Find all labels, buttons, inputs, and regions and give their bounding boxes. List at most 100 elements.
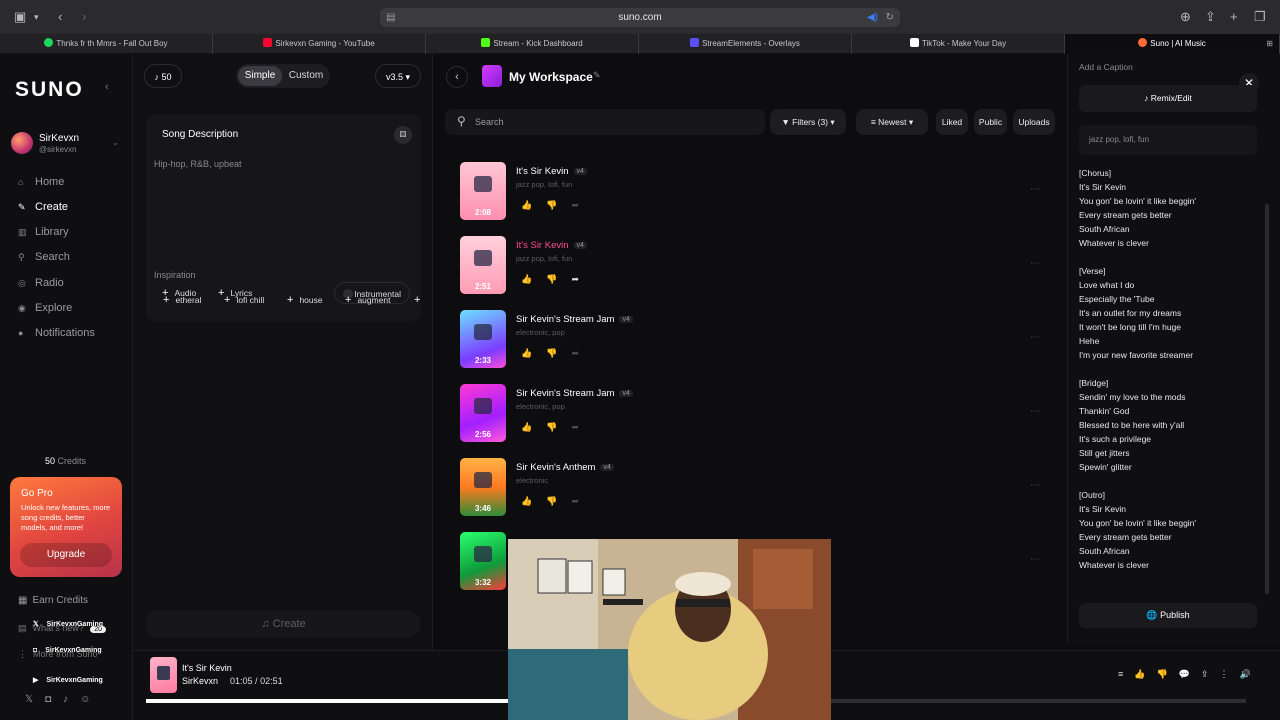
more-options-icon[interactable]: ⋯ — [1030, 480, 1040, 491]
reload-icon[interactable]: ↻ — [886, 8, 894, 27]
workspace-title[interactable]: My Workspace — [509, 70, 593, 84]
sidebar-item-explore[interactable]: ◉ Explore — [18, 302, 72, 314]
song-title[interactable]: It's Sir Kevin v4 — [516, 166, 587, 177]
tab-tiktok[interactable]: TikTok - Make Your Day — [852, 34, 1065, 54]
avatar[interactable] — [11, 132, 33, 154]
caption-field[interactable]: Add a Caption — [1079, 62, 1133, 72]
like-icon[interactable]: 👍 — [521, 200, 546, 210]
like-icon[interactable]: 👍 — [521, 274, 546, 284]
lyrics-text[interactable]: [Chorus] It's Sir Kevin You gon' be lovin'… — [1079, 166, 1259, 586]
user-menu-chevron-icon[interactable]: ⌄ — [112, 138, 119, 147]
song-cover[interactable]: 2:56 — [460, 384, 506, 442]
dislike-icon[interactable]: 👎 — [546, 422, 571, 432]
instagram-icon[interactable]: ◘ — [45, 694, 63, 705]
player-cover[interactable] — [150, 657, 177, 693]
dice-icon[interactable]: ⚄ — [394, 126, 412, 144]
more-options-icon[interactable]: ⋯ — [1030, 184, 1040, 195]
address-bar[interactable]: ▤ suno.com ◀) ↻ — [380, 8, 900, 27]
song-title[interactable]: Sir Kevin's Stream Jam v4 — [516, 388, 633, 399]
simple-mode-button[interactable]: Simple — [238, 66, 282, 86]
pencil-icon[interactable]: ✎ — [593, 70, 601, 81]
like-icon[interactable]: 👍 — [521, 348, 546, 358]
sidebar-item-library[interactable]: ▥ Library — [18, 226, 69, 238]
song-cover[interactable]: 3:46 — [460, 458, 506, 516]
inspiration-chip[interactable]: + house — [287, 290, 323, 310]
like-icon[interactable]: 👍 — [521, 496, 546, 506]
share-icon[interactable]: ➦ — [571, 348, 593, 358]
x-icon[interactable]: 𝕏 — [25, 694, 45, 705]
sidebar-item-notifications[interactable]: ● Notifications — [18, 327, 95, 339]
discord-icon[interactable]: ☺ — [80, 694, 102, 705]
tab-spotify[interactable]: Thnks fr th Mmrs - Fall Out Boy — [0, 34, 213, 54]
tab-overview-icon[interactable]: ❐ — [1254, 9, 1266, 25]
remix-edit-button[interactable]: ♪ Remix/Edit — [1079, 85, 1257, 112]
like-icon[interactable]: 👍 — [1134, 669, 1156, 679]
more-options-icon[interactable]: ⋯ — [1030, 554, 1040, 565]
custom-mode-button[interactable]: Custom — [284, 66, 328, 86]
queue-icon[interactable]: ≡ — [1118, 669, 1134, 679]
song-title[interactable]: Sir Kevin's Stream Jam v4 — [516, 314, 633, 325]
earn-credits-link[interactable]: ▦ Earn Credits — [18, 595, 88, 606]
volume-icon[interactable]: 🔊 — [1239, 669, 1261, 679]
song-cover[interactable]: 3:32 — [460, 532, 506, 590]
upgrade-button[interactable]: Upgrade — [20, 543, 112, 567]
more-icon[interactable]: ⋮ — [1219, 669, 1239, 679]
song-row[interactable]: 2:08 It's Sir Kevin v4 jazz pop, lofi, fu… — [460, 162, 1040, 222]
dislike-icon[interactable]: 👎 — [546, 496, 571, 506]
tab-streamelements[interactable]: StreamElements - Overlays — [639, 34, 852, 54]
tab-kick[interactable]: Stream - Kick Dashboard — [426, 34, 639, 54]
uploads-filter[interactable]: Uploads — [1013, 109, 1055, 135]
back-button[interactable]: ‹ — [446, 66, 468, 88]
sort-button[interactable]: ≡ Newest ▾ — [856, 109, 928, 135]
inspiration-chip[interactable]: + etheral — [163, 290, 201, 310]
model-version-select[interactable]: v3.5 ▾ — [375, 64, 421, 88]
audio-playing-icon[interactable]: ◀) — [867, 8, 878, 27]
dislike-icon[interactable]: 👎 — [1156, 669, 1178, 679]
sidebar-item-create[interactable]: ✎ Create — [18, 201, 68, 213]
dislike-icon[interactable]: 👎 — [546, 200, 571, 210]
song-title[interactable]: It's Sir Kevin v4 — [516, 240, 587, 251]
public-filter[interactable]: Public — [974, 109, 1007, 135]
create-button[interactable]: ♫ Create — [146, 610, 421, 638]
song-description-input[interactable]: Hip-hop, R&B, upbeat — [154, 159, 242, 169]
suno-logo[interactable]: SUNO — [15, 78, 84, 102]
sidebar-item-home[interactable]: ⌂ Home — [18, 176, 64, 188]
more-options-icon[interactable]: ⋯ — [1030, 258, 1040, 269]
more-options-icon[interactable]: ⋯ — [1030, 332, 1040, 343]
back-arrow-icon[interactable]: ‹ — [58, 9, 62, 24]
song-title[interactable]: Sir Kevin's Anthem v4 — [516, 462, 614, 473]
song-row[interactable]: 2:56 Sir Kevin's Stream Jam v4 electronic… — [460, 384, 1040, 444]
search-box[interactable]: ⚲ — [445, 109, 765, 135]
share-icon[interactable]: ⇪ — [1201, 669, 1220, 679]
player-title[interactable]: It's Sir Kevin — [182, 663, 232, 673]
song-cover[interactable]: 2:33 — [460, 310, 506, 368]
song-cover[interactable]: 2:51 — [460, 236, 506, 294]
tab-suno[interactable]: Suno | AI Music ⊞ — [1065, 34, 1280, 54]
inspiration-chip[interactable]: + lofi chill — [224, 290, 264, 310]
share-icon[interactable]: ⇪ — [1205, 9, 1216, 25]
inspiration-more[interactable]: + — [414, 290, 426, 310]
dislike-icon[interactable]: 👎 — [546, 274, 571, 284]
inspiration-chip[interactable]: + augment — [345, 290, 391, 310]
sidebar-item-search[interactable]: ⚲ Search — [18, 251, 70, 263]
player-artist[interactable]: SirKevxn — [182, 676, 218, 686]
liked-filter[interactable]: Liked — [936, 109, 968, 135]
sidebar-toggle-icon[interactable]: ▣ — [14, 9, 26, 25]
share-icon[interactable]: ➦ — [571, 274, 593, 284]
like-icon[interactable]: 👍 — [521, 422, 546, 432]
scrollbar[interactable] — [1265, 204, 1269, 594]
search-input[interactable] — [475, 114, 755, 130]
collapse-sidebar-icon[interactable]: ‹ — [105, 81, 109, 93]
chevron-down-icon[interactable]: ▾ — [34, 12, 39, 23]
user-name[interactable]: SirKevxn — [39, 133, 79, 144]
share-icon[interactable]: ➦ — [571, 200, 593, 210]
site-settings-icon[interactable]: ▤ — [386, 8, 395, 27]
song-row[interactable]: 3:46 Sir Kevin's Anthem v4 electronic 👍👎➦… — [460, 458, 1040, 518]
tab-grid-icon[interactable]: ⊞ — [1266, 34, 1273, 54]
sidebar-item-radio[interactable]: ◎ Radio — [18, 277, 64, 289]
publish-button[interactable]: 🌐 Publish — [1079, 603, 1257, 628]
tiktok-icon[interactable]: ♪ — [63, 694, 80, 705]
tab-youtube[interactable]: Sirkevxn Gaming - YouTube — [213, 34, 426, 54]
song-row[interactable]: 2:33 Sir Kevin's Stream Jam v4 electronic… — [460, 310, 1040, 370]
more-options-icon[interactable]: ⋯ — [1030, 406, 1040, 417]
